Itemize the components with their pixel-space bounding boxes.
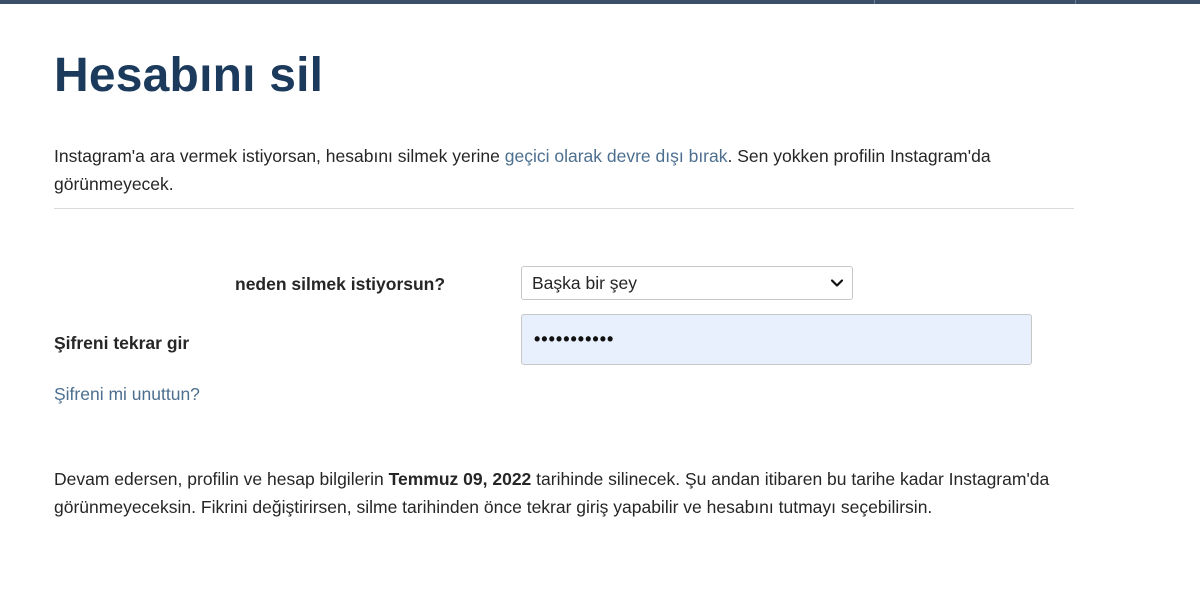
deletion-date: Temmuz 09, 2022	[388, 469, 532, 489]
intro-text: Instagram'a ara vermek istiyorsan, hesab…	[54, 142, 1054, 198]
chevron-down-icon	[830, 279, 844, 287]
deletion-notice: Devam edersen, profilin ve hesap bilgile…	[54, 465, 1094, 521]
reason-select[interactable]: Başka bir şey	[521, 266, 853, 300]
temporarily-disable-link[interactable]: geçici olarak devre dışı bırak	[505, 146, 728, 166]
page-title: Hesabını sil	[54, 49, 324, 102]
divider	[54, 208, 1074, 209]
reason-label: neden silmek istiyorsun?	[235, 274, 446, 294]
password-masked-value: •••••••••••	[534, 329, 615, 349]
password-label: Şifreni tekrar gir	[54, 333, 190, 353]
delete-account-page: Hesabını sil Instagram'a ara vermek isti…	[0, 0, 1200, 597]
reason-selected-value: Başka bir şey	[532, 272, 638, 293]
password-input[interactable]: •••••••••••	[521, 314, 1032, 365]
forgot-password-link[interactable]: Şifreni mi unuttun?	[54, 380, 200, 408]
intro-text-before: Instagram'a ara vermek istiyorsan, hesab…	[54, 146, 505, 166]
notice-text-before: Devam edersen, profilin ve hesap bilgile…	[54, 469, 389, 489]
